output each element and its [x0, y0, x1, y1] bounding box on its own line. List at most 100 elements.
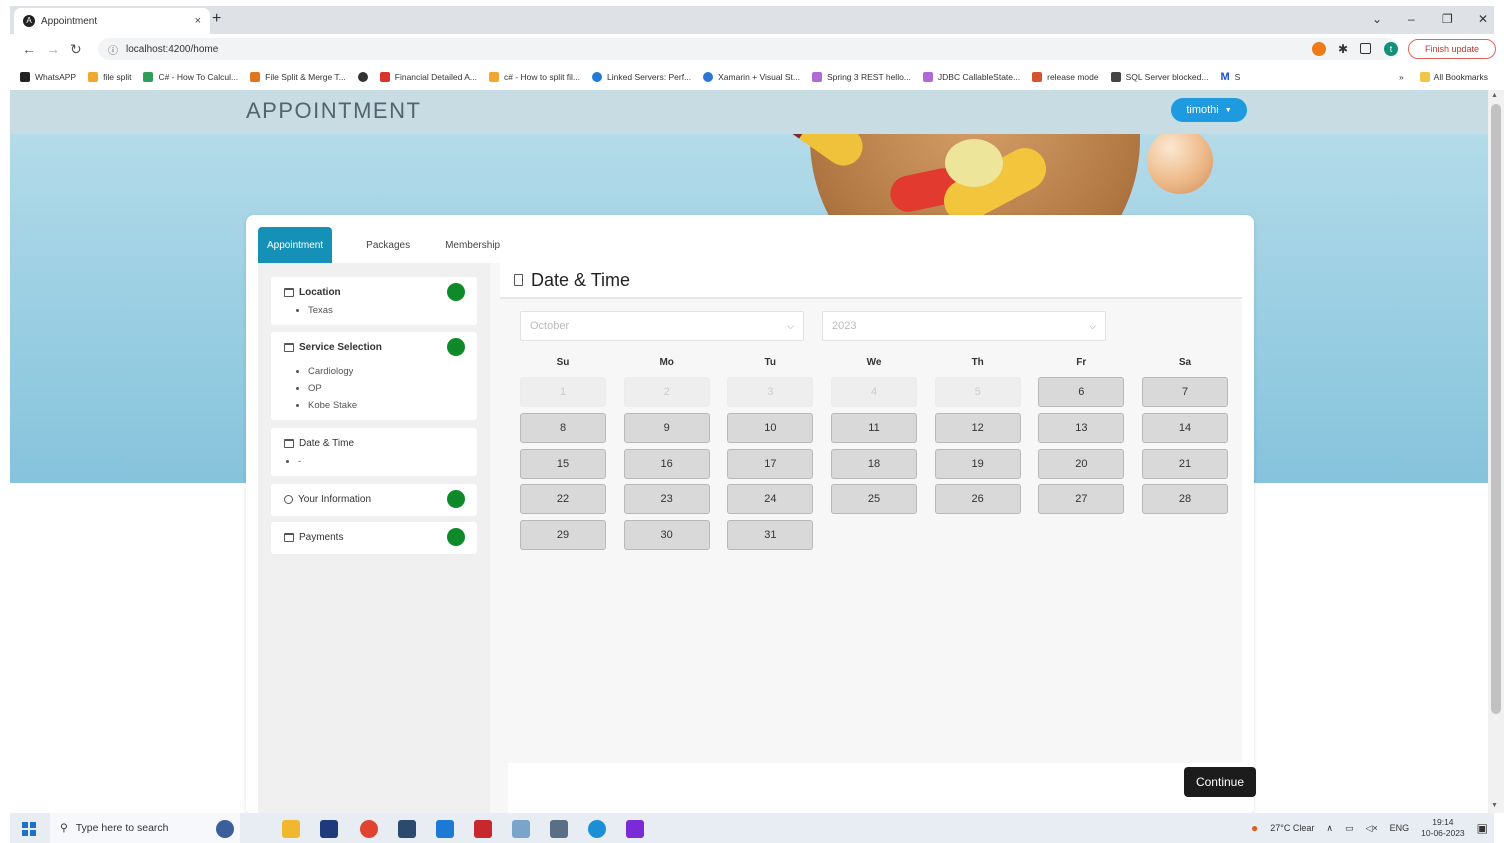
- calendar-day[interactable]: 7: [1142, 377, 1229, 407]
- minimize-window-button[interactable]: –: [1408, 12, 1415, 26]
- bookmark-item[interactable]: Xamarin + Visual St...: [703, 72, 800, 82]
- bookmark-item[interactable]: Financial Detailed A...: [379, 72, 477, 82]
- calendar-day[interactable]: 22: [520, 484, 606, 515]
- tab-membership[interactable]: Membership: [436, 227, 509, 263]
- calendar-day[interactable]: 8: [520, 412, 606, 443]
- bookmark-icon: [922, 72, 933, 82]
- weekday-label: Th: [971, 357, 984, 368]
- calculator-icon[interactable]: [550, 820, 568, 838]
- extension-orange-icon[interactable]: [1312, 42, 1326, 56]
- profile-avatar-icon[interactable]: t: [1384, 42, 1398, 56]
- calendar-day[interactable]: 21: [1142, 448, 1229, 479]
- sql-server-icon[interactable]: [398, 820, 416, 838]
- scroll-down-icon[interactable]: ▼: [1491, 802, 1498, 809]
- new-tab-button[interactable]: +: [212, 10, 221, 28]
- notifications-icon[interactable]: ▣: [1477, 821, 1488, 835]
- calendar-day[interactable]: 15: [520, 448, 606, 479]
- close-window-button[interactable]: ✕: [1478, 12, 1488, 26]
- month-select[interactable]: October ⌵: [520, 311, 804, 341]
- back-arrow-icon[interactable]: ←: [22, 41, 36, 57]
- calendar-day[interactable]: 25: [831, 484, 917, 515]
- bookmark-item[interactable]: File Split & Merge T...: [250, 72, 346, 82]
- bookmark-item[interactable]: release mode: [1032, 72, 1099, 82]
- taskbar-search-input[interactable]: ⚲ Type here to search: [50, 813, 240, 843]
- file-explorer-icon[interactable]: [282, 820, 300, 838]
- step-location[interactable]: Location Texas: [271, 277, 477, 325]
- paint-icon[interactable]: [626, 820, 644, 838]
- cortana-icon[interactable]: [216, 820, 234, 838]
- scrollbar-thumb[interactable]: [1491, 104, 1501, 714]
- calendar-day[interactable]: 17: [727, 448, 814, 479]
- bookmark-item[interactable]: SQL Server blocked...: [1110, 72, 1208, 82]
- edge-icon[interactable]: [588, 820, 606, 838]
- calendar-day[interactable]: 6: [1038, 377, 1125, 407]
- taskbar-clock[interactable]: 19:14 10-06-2023: [1421, 817, 1464, 839]
- site-info-icon[interactable]: ⓘ: [108, 42, 118, 57]
- step-date-time[interactable]: Date & Time -: [271, 428, 477, 476]
- calendar-day[interactable]: 27: [1038, 484, 1125, 515]
- calendar-day[interactable]: 9: [623, 412, 710, 443]
- restore-window-button[interactable]: ❐: [1442, 12, 1453, 26]
- bookmark-item[interactable]: WhatsAPP: [20, 72, 76, 82]
- app-brand[interactable]: APPOINTMENT: [246, 98, 421, 124]
- bookmark-item[interactable]: Linked Servers: Perf...: [592, 72, 691, 82]
- bookmark-item[interactable]: c# - How to split fil...: [488, 72, 580, 82]
- year-select[interactable]: 2023 ⌵: [822, 311, 1106, 341]
- calendar-day[interactable]: 31: [727, 520, 814, 551]
- calendar-day[interactable]: 30: [623, 520, 710, 551]
- calendar-day[interactable]: 20: [1038, 448, 1125, 479]
- reload-icon[interactable]: ↻: [70, 41, 82, 58]
- step-payments[interactable]: Payments: [271, 522, 477, 554]
- caret-down-icon: ▼: [1224, 106, 1232, 114]
- continue-button[interactable]: Continue: [1184, 767, 1256, 797]
- tab-close-icon[interactable]: ×: [195, 15, 201, 27]
- tab-appointment[interactable]: Appointment: [258, 227, 333, 263]
- tray-chevron-up-icon[interactable]: ∧: [1326, 823, 1333, 834]
- bookmark-item[interactable]: JDBC CallableState...: [922, 72, 1020, 82]
- language-indicator[interactable]: ENG: [1390, 823, 1410, 833]
- vscode-icon[interactable]: [436, 820, 454, 838]
- page-scrollbar[interactable]: ▲ ▼: [1488, 90, 1504, 813]
- windows-start-icon[interactable]: [22, 822, 36, 836]
- calendar-day[interactable]: 10: [727, 412, 814, 443]
- calendar-day[interactable]: 26: [934, 484, 1021, 515]
- calendar-day[interactable]: 28: [1142, 484, 1229, 515]
- calendar-day[interactable]: 23: [623, 484, 710, 515]
- bookmark-item[interactable]: [357, 72, 368, 82]
- weather-text[interactable]: 27°C Clear: [1270, 823, 1314, 833]
- bookmarks-overflow[interactable]: » All Bookmarks: [1399, 72, 1488, 82]
- bookmarks-more-icon[interactable]: »: [1399, 72, 1404, 82]
- bookmark-item[interactable]: file split: [88, 72, 131, 82]
- bookmark-item[interactable]: Spring 3 REST hello...: [811, 72, 911, 82]
- step-your-information[interactable]: Your Information: [271, 484, 477, 516]
- tab-search-chevron-icon[interactable]: ⌄: [1372, 12, 1382, 26]
- tab-packages[interactable]: Packages: [357, 227, 419, 263]
- scroll-up-icon[interactable]: ▲: [1491, 92, 1498, 99]
- network-icon[interactable]: ▭: [1345, 823, 1354, 834]
- calendar-day[interactable]: 19: [934, 448, 1021, 479]
- browser-tab-appointment[interactable]: A Appointment ×: [14, 8, 210, 34]
- side-panel-icon[interactable]: [1360, 43, 1371, 54]
- calendar-day[interactable]: 14: [1142, 412, 1229, 443]
- calendar-day[interactable]: 29: [520, 520, 606, 551]
- calendar-day[interactable]: 13: [1038, 412, 1125, 443]
- calendar-day[interactable]: 18: [831, 448, 917, 479]
- address-bar[interactable]: ⓘ localhost:4200/home: [98, 38, 1398, 60]
- chrome-icon[interactable]: [360, 820, 378, 838]
- calendar-day[interactable]: 16: [623, 448, 710, 479]
- extensions-puzzle-icon[interactable]: ✱: [1336, 42, 1350, 56]
- calendar-day[interactable]: 12: [934, 412, 1021, 443]
- calendar-day[interactable]: 24: [727, 484, 814, 515]
- calendar-day[interactable]: 11: [831, 412, 917, 443]
- app-icon[interactable]: [512, 820, 530, 838]
- bookmark-item[interactable]: MS: [1220, 71, 1240, 83]
- powershell-icon[interactable]: [320, 820, 338, 838]
- folder-icon: [1419, 72, 1430, 82]
- filezilla-icon[interactable]: [474, 820, 492, 838]
- bookmark-item[interactable]: C# - How To Calcul...: [143, 72, 238, 82]
- user-menu-button[interactable]: timothi ▼: [1171, 98, 1247, 122]
- forward-arrow-icon[interactable]: →: [46, 41, 60, 57]
- step-service-selection[interactable]: Service Selection Cardiology OP Kobe Sta…: [271, 332, 477, 420]
- finish-update-button[interactable]: Finish update: [1408, 39, 1496, 59]
- volume-icon[interactable]: ◁×: [1365, 823, 1377, 834]
